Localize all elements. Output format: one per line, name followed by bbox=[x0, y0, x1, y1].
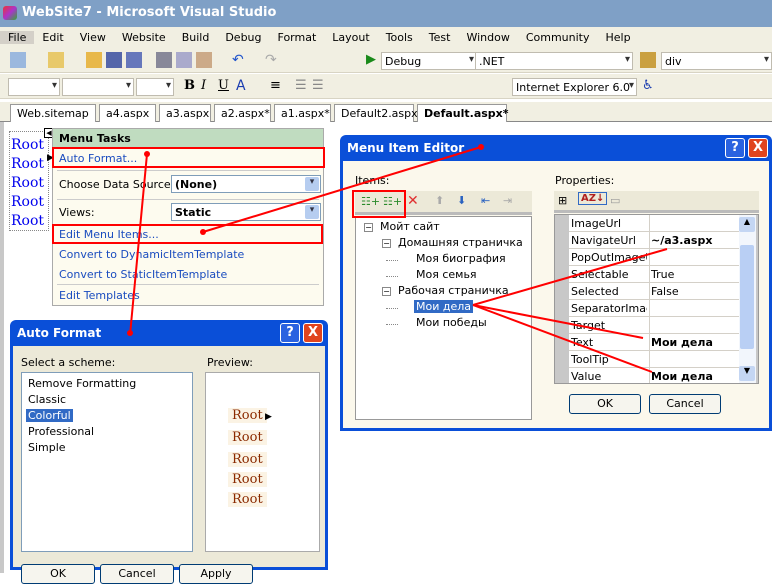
annotation-box-add-buttons bbox=[352, 190, 406, 218]
annotation-dot bbox=[200, 229, 206, 235]
annotation-line bbox=[472, 304, 644, 339]
annotation-dot bbox=[478, 144, 484, 150]
annotation-line bbox=[472, 248, 668, 306]
annotation-dot bbox=[144, 151, 150, 157]
annotation-line bbox=[129, 153, 148, 336]
annotation-box-edit-items bbox=[52, 224, 323, 244]
annotation-line bbox=[472, 304, 653, 373]
annotation-dot bbox=[127, 330, 133, 336]
annotation-overlay bbox=[52, 144, 668, 373]
annotation-box-auto-format bbox=[52, 147, 325, 168]
annotation-line bbox=[202, 146, 482, 233]
